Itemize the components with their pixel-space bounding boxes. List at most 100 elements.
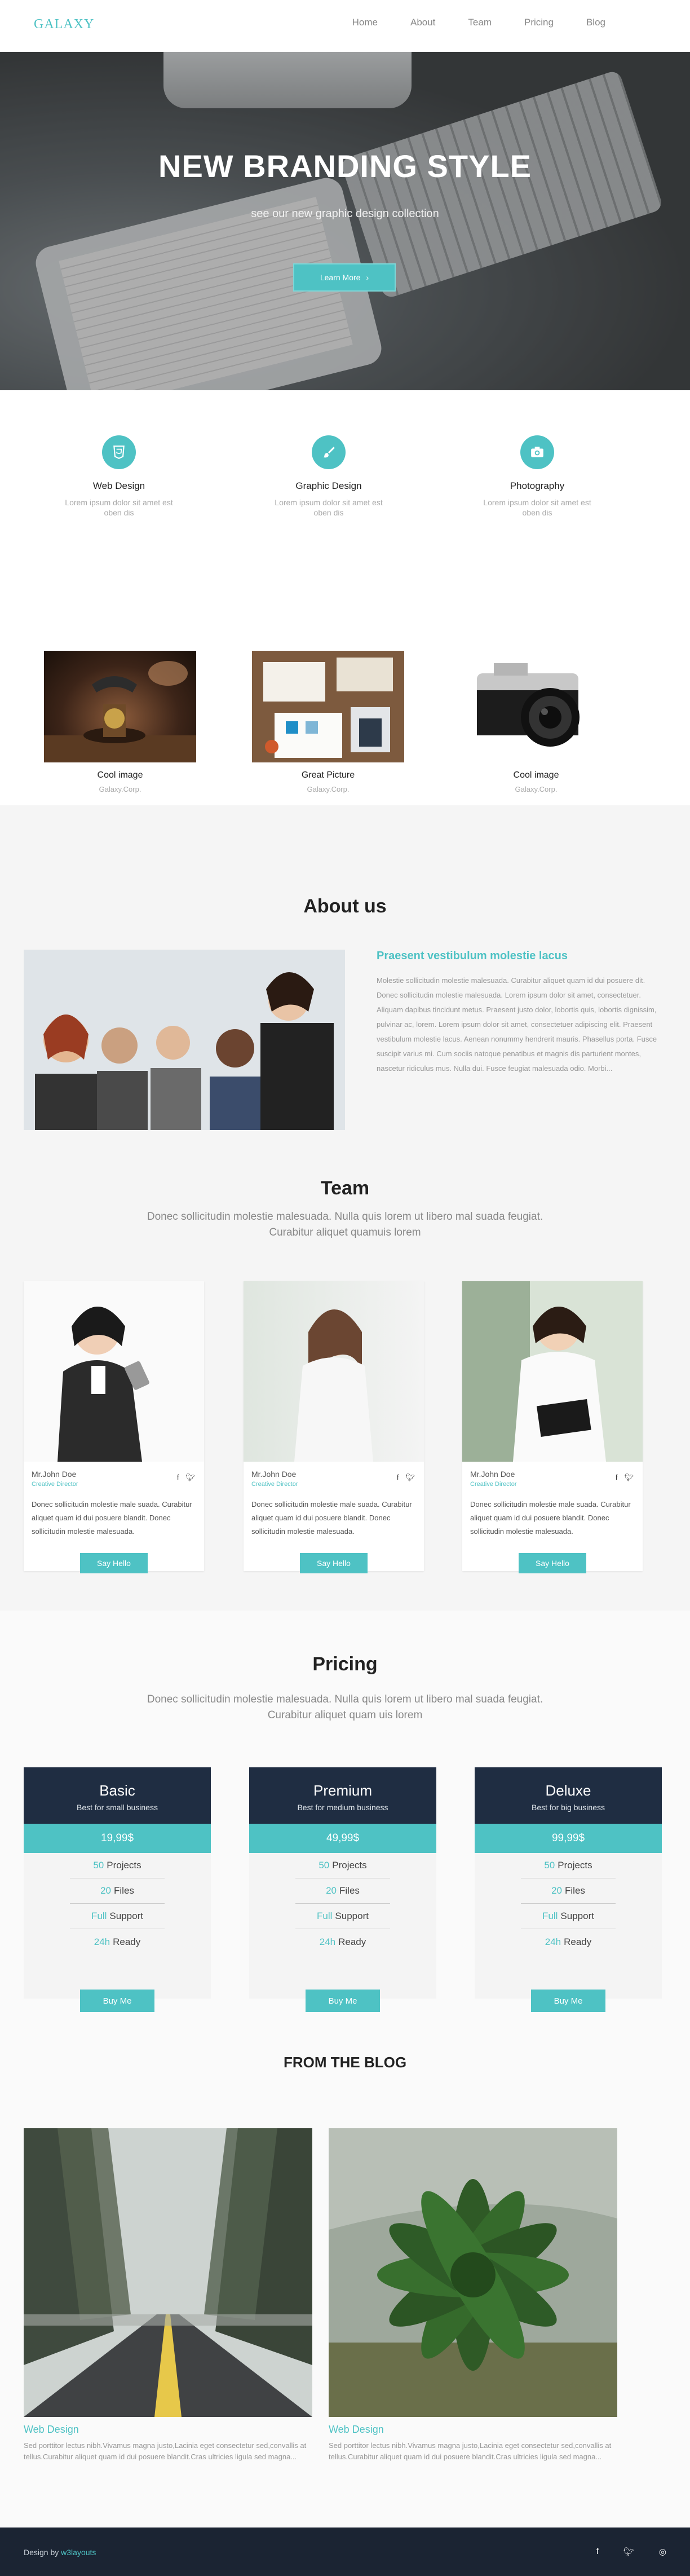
brush-icon [312,435,346,469]
say-hello-button[interactable]: Say Hello [300,1553,368,1573]
pricing-plan-deluxe: Deluxe Best for big business 99,99$ 50 Pr… [475,1767,662,2012]
twitter-icon[interactable]: 🐦︎ [185,1473,195,1482]
gallery-title: Cool image [97,770,143,780]
about-title: About us [303,896,387,917]
about-text: Molestie sollicitudin molestie malesuada… [377,976,657,1073]
team-member-role: Creative Director [470,1481,517,1488]
hero-overlay [0,52,690,390]
team-member-role: Creative Director [251,1481,298,1488]
navbar: GALAXY Home About Team Pricing Blog [0,0,690,52]
twitter-icon[interactable]: 🐦︎ [405,1473,415,1482]
credit-prefix: Design by [24,2548,59,2557]
gallery-subtitle: Galaxy.Corp. [307,785,350,793]
team-member-card: Mr.John Doe Creative Director f 🐦︎ Donec… [244,1281,424,1573]
forest-road-image[interactable] [24,2128,312,2417]
nav-link-about[interactable]: About [410,17,435,28]
pricing-plan-premium: Premium Best for medium business 49,99$ … [249,1767,436,2012]
service-title: Photography [510,480,565,491]
nav-link-team[interactable]: Team [468,17,492,28]
service-text: Lorem ipsum dolor sit amet est oben dis [275,498,383,517]
team-member-name: Mr.John Doe [32,1470,77,1479]
main-nav: Home About Team Pricing Blog [352,17,605,28]
team-title: Team [320,1177,370,1199]
plan-price: 49,99$ [249,1824,436,1853]
service-title: Graphic Design [295,480,362,491]
plan-feature: Full Support [70,1904,165,1929]
gallery-item[interactable]: Great Picture Galaxy.Corp. [252,651,404,793]
facebook-icon[interactable]: f [177,1473,179,1482]
team-member-social: f 🐦︎ [397,1473,415,1482]
plan-description: Best for big business [532,1803,605,1812]
plan-feature: 20 Files [295,1878,390,1904]
say-hello-button[interactable]: Say Hello [80,1553,148,1573]
facebook-icon[interactable]: f [397,1473,399,1482]
blog-post-title[interactable]: Web Design [329,2424,617,2436]
nav-link-pricing[interactable]: Pricing [524,17,554,28]
succulent-plant-image[interactable] [329,2128,617,2417]
gallery-item[interactable]: Cool image Galaxy.Corp. [44,651,196,793]
gallery-title: Cool image [513,770,559,780]
gallery-item[interactable]: Cool image Galaxy.Corp. [460,651,612,793]
team-member-social: f 🐦︎ [177,1473,195,1482]
plan-feature: 50 Projects [70,1853,165,1878]
blog-post-excerpt: Sed porttitor lectus nibh.Vivamus magna … [24,2441,307,2461]
plan-header: Basic Best for small business [24,1767,211,1824]
gallery-title: Great Picture [301,770,355,780]
blog-post-excerpt: Sed porttitor lectus nibh.Vivamus magna … [329,2441,612,2461]
site-logo[interactable]: GALAXY [34,17,94,32]
service-title: Web Design [92,480,145,491]
nav-link-blog[interactable]: Blog [586,17,605,28]
twitter-icon[interactable]: 🐦︎ [623,2547,634,2557]
html5-icon [102,435,136,469]
twitter-icon[interactable]: 🐦︎ [624,1473,634,1482]
team-member-photo [24,1281,204,1462]
blog-title: FROM THE BLOG [283,2054,407,2071]
team-member-social: f 🐦︎ [616,1473,634,1482]
learn-more-label: Learn More [320,273,361,282]
buy-me-button[interactable]: Buy Me [306,1990,380,2012]
gallery-subtitle: Galaxy.Corp. [515,785,558,793]
hero-title: NEW BRANDING STYLE [158,148,532,184]
pricing-section: Pricing Donec sollicitudin molestie male… [0,1611,690,2028]
buy-me-button[interactable]: Buy Me [531,1990,605,2012]
nav-link-home[interactable]: Home [352,17,378,28]
facebook-icon[interactable]: f [596,2547,599,2557]
gallery-section: Cool image Galaxy.Corp. Great Picture Ga… [0,627,690,805]
buy-me-button[interactable]: Buy Me [80,1990,154,2012]
plan-feature: Full Support [521,1904,616,1929]
footer-credit: Design by w3layouts [24,2548,96,2557]
gallery-subtitle: Galaxy.Corp. [99,785,141,793]
footer: Design by w3layouts f 🐦︎ ◎ [0,2528,690,2576]
team-member-card: Mr.John Doe Creative Director f 🐦︎ Donec… [24,1281,204,1573]
desk-workspace-image [252,651,404,762]
team-member-role: Creative Director [32,1481,78,1488]
credit-link[interactable]: w3layouts [61,2548,96,2557]
plan-feature: 24h Ready [545,1936,592,1947]
plan-header: Premium Best for medium business [249,1767,436,1824]
facebook-icon[interactable]: f [616,1473,618,1482]
plan-feature: 50 Projects [521,1853,616,1878]
team-member-bio: Donec sollicitudin molestie male suada. … [32,1500,192,1536]
services-section: Web Design Lorem ipsum dolor sit amet es… [0,390,690,627]
blog-post-title[interactable]: Web Design [24,2424,312,2436]
plan-price: 19,99$ [24,1824,211,1853]
hero-subtitle: see our new graphic design collection [251,208,439,220]
pricing-subtitle: Donec sollicitudin molestie malesuada. N… [147,1693,543,1721]
plan-feature: 24h Ready [94,1936,141,1947]
learn-more-button[interactable]: Learn More › [293,263,396,292]
plan-name: Basic [99,1782,135,1799]
about-heading: Praesent vestibulum molestie lacus [377,950,568,962]
camera-photo-image [460,651,612,762]
team-member-bio: Donec sollicitudin molestie male suada. … [251,1500,412,1536]
plan-price: 99,99$ [475,1824,662,1853]
team-member-name: Mr.John Doe [251,1470,297,1479]
say-hello-button[interactable]: Say Hello [519,1553,586,1573]
service-graphic-design: Graphic Design Lorem ipsum dolor sit ame… [272,435,385,518]
blog-post: Web Design Sed porttitor lectus nibh.Viv… [24,2128,312,2463]
dribbble-icon[interactable]: ◎ [659,2547,666,2557]
plan-name: Premium [313,1782,372,1799]
plan-name: Deluxe [545,1782,591,1799]
plan-feature: 24h Ready [319,1936,366,1947]
plan-feature: 20 Files [521,1878,616,1904]
blog-section: FROM THE BLOG Web Design Sed porttitor l… [0,2028,690,2528]
